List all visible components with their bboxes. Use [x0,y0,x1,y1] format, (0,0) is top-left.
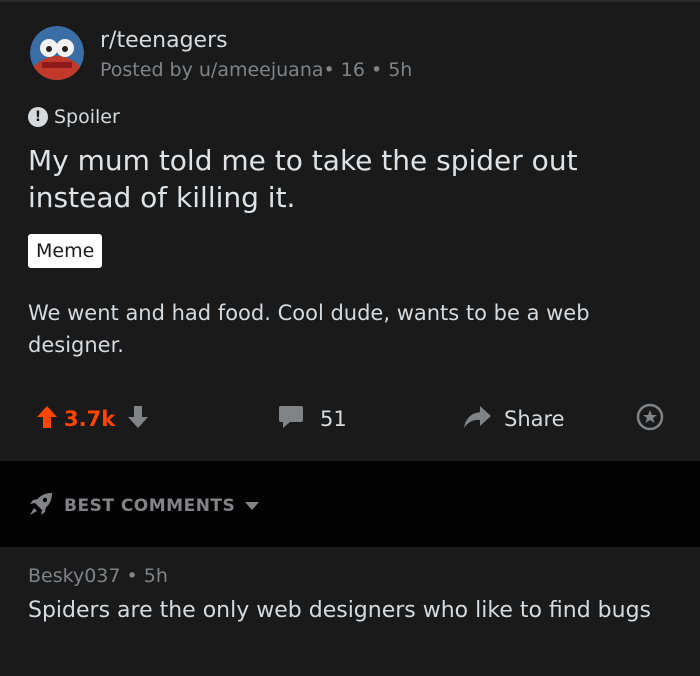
post-flair[interactable]: Meme [28,234,103,268]
comments-sort-bar: BEST COMMENTS [0,461,700,547]
spoiler-label: Spoiler [54,106,120,128]
comments-button[interactable]: 51 [278,396,347,442]
downvote-icon[interactable] [127,405,149,433]
rocket-icon [28,491,54,521]
vote-group: 3.7k [36,396,149,442]
award-button[interactable] [636,396,664,442]
action-bar: 3.7k 51 Share [0,396,700,442]
subreddit-avatar[interactable] [30,26,84,80]
sort-label: BEST COMMENTS [64,496,236,516]
comment-text: Spiders are the only web designers who l… [28,598,652,623]
share-button[interactable]: Share [462,396,565,442]
post-card: r/teenagers Posted by u/ameejuana• 16 • … [0,0,700,461]
post-meta: Posted by u/ameejuana• 16 • 5h [100,59,413,81]
spoiler-icon: ! [28,107,48,127]
comment: Besky037 • 5h Spiders are the only web d… [0,547,700,676]
divider [0,0,700,2]
caret-down-icon [245,502,260,510]
share-label: Share [504,407,565,431]
award-icon [636,403,664,435]
post-body: We went and had food. Cool dude, wants t… [28,301,590,357]
post-title[interactable]: My mum told me to take the spider out in… [28,142,668,216]
share-icon [462,404,492,434]
subreddit-name[interactable]: r/teenagers [100,28,228,53]
spoiler-tag: ! Spoiler [28,106,120,128]
sort-dropdown[interactable]: BEST COMMENTS [28,491,260,521]
upvote-icon[interactable] [36,405,58,433]
comments-count: 51 [320,407,347,431]
comment-icon [278,405,304,433]
vote-count: 3.7k [64,407,116,431]
comment-meta[interactable]: Besky037 • 5h [28,565,168,587]
